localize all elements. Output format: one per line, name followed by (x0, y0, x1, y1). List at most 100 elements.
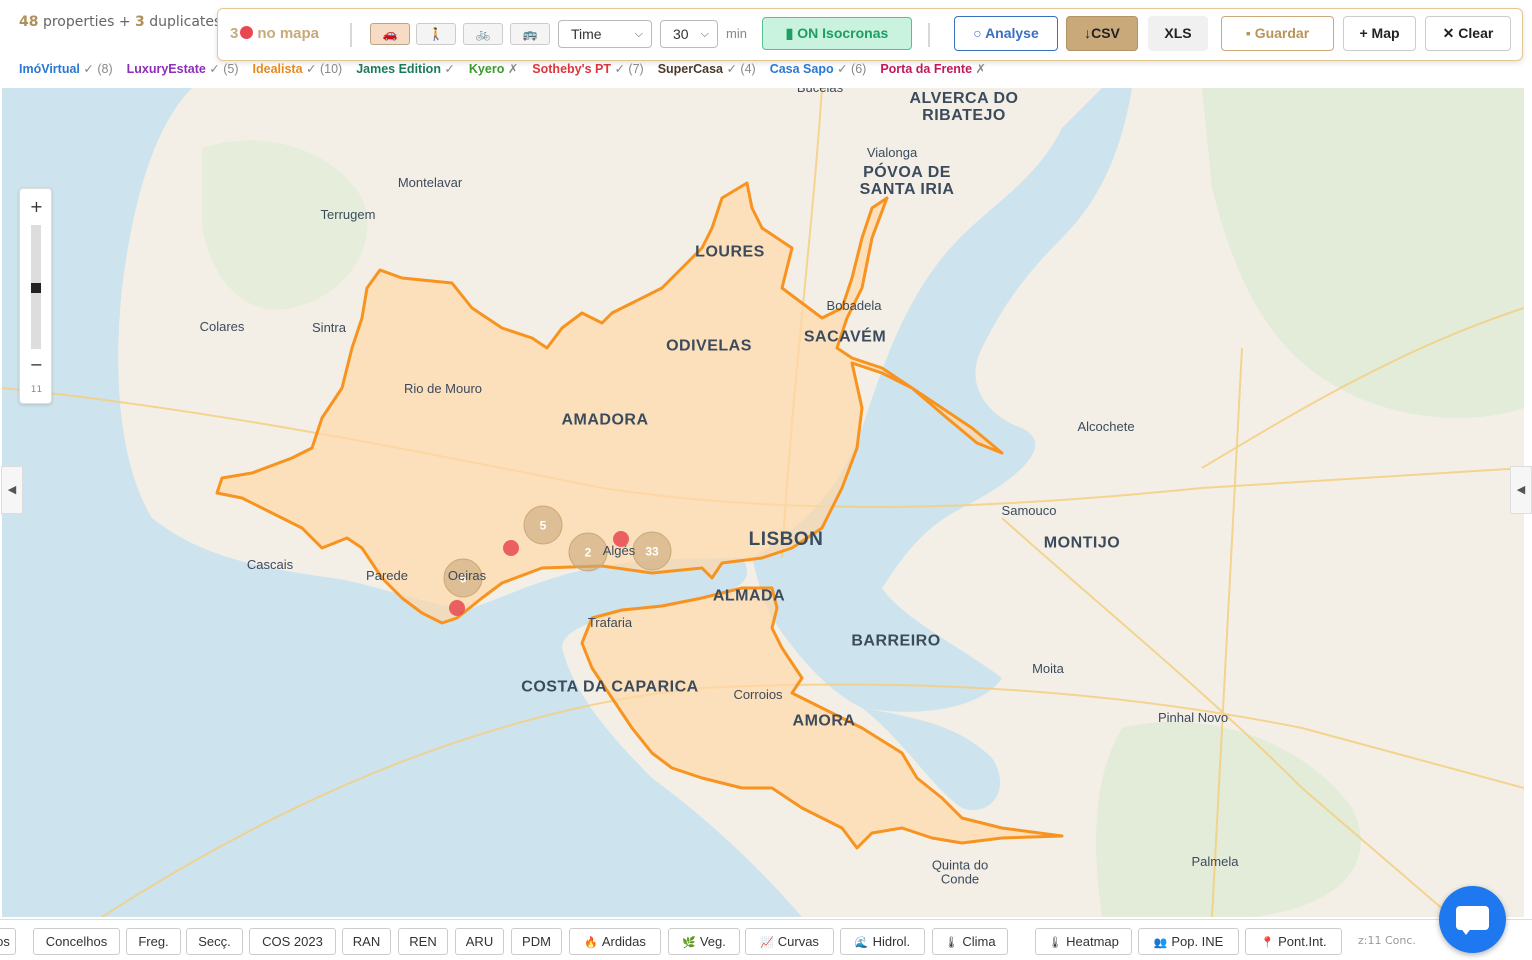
layer-icon: 📍 (1260, 937, 1275, 949)
layer-button[interactable]: 🌊 Hidrol. (840, 928, 925, 955)
cluster-count: 2 (585, 546, 592, 560)
zoom-out-button[interactable]: − (20, 355, 53, 374)
layer-button[interactable]: Concelhos (33, 928, 120, 955)
layer-button[interactable]: 🌡 Heatmap (1035, 928, 1132, 955)
source-name: LuxuryEstate (126, 62, 206, 76)
place-label: Bucelas (797, 88, 843, 95)
layer-icon: 🌿 (682, 937, 696, 949)
layer-button[interactable]: ARU (455, 928, 504, 955)
layer-button[interactable]: 👥 Pop. INE (1138, 928, 1239, 955)
place-label: COSTA DA CAPARICA (521, 678, 699, 696)
layer-label: Hidrol. (872, 934, 911, 949)
right-panel-toggle[interactable]: ◀ (1510, 466, 1532, 514)
chat-button[interactable] (1439, 886, 1506, 953)
conc-label: z:11 Conc. (1358, 934, 1416, 947)
source-list: ImóVirtual ✓ (8) LuxuryEstate ✓ (5) Ideali… (19, 61, 1000, 76)
place-label: Oeiras (447, 568, 487, 584)
source-item[interactable]: SuperCasa ✓ (4) (658, 62, 756, 76)
property-count: 48 (19, 14, 39, 30)
place-label: ODIVELAS (666, 337, 752, 355)
source-status: ✓ (7) (610, 62, 644, 76)
place-label: Algés (602, 543, 636, 559)
layer-label: Freg. (138, 934, 169, 949)
left-panel-toggle[interactable]: ◀ (1, 466, 23, 514)
analyse-label: Analyse (985, 25, 1039, 41)
divider (928, 23, 930, 47)
layer-button[interactable]: COS 2023 (249, 928, 336, 955)
property-cluster[interactable]: 33 (632, 531, 672, 571)
layer-icon: 📈 (760, 937, 774, 949)
place-label: Alcochete (1077, 419, 1135, 435)
no-mapa-count: 3 (230, 25, 239, 42)
map[interactable]: 52336 BucelasALVERCA DORIBATEJOVialongaP… (2, 88, 1524, 917)
mode-bike-button[interactable]: 🚲 (463, 23, 503, 45)
property-marker[interactable] (503, 540, 519, 556)
layer-button[interactable]: Secç. (186, 928, 243, 955)
no-mapa-indicator[interactable]: 3 no mapa (230, 25, 319, 42)
clear-button[interactable]: ✕ Clear (1425, 16, 1511, 51)
source-item[interactable]: James Edition ✓ (356, 62, 455, 76)
source-item[interactable]: Porta da Frente ✗ (880, 62, 986, 76)
layer-button[interactable]: REN (398, 928, 448, 955)
source-item[interactable]: Casa Sapo ✓ (6) (770, 62, 867, 76)
layer-bar: os Concelhos Freg. Secç. COS 2023 RAN REN ARU PD… (0, 919, 1532, 960)
isocronas-toggle[interactable]: ▮ ON Isocronas (762, 17, 912, 50)
toolbar: 3 no mapa 🚗 🚶 🚲 🚌 Time ⌵ 30 ⌵ min ▮ ON Isoc… (217, 8, 1523, 61)
source-status: ✓ (8) (79, 62, 113, 76)
map-button[interactable]: + Map (1343, 16, 1416, 51)
layer-button[interactable]: os (0, 928, 16, 955)
property-cluster[interactable]: 2 (568, 532, 608, 572)
mode-transit-button[interactable]: 🚌 (510, 23, 550, 45)
xls-button[interactable]: XLS (1148, 16, 1208, 51)
source-name: Casa Sapo (769, 62, 834, 76)
layer-button[interactable]: RAN (342, 928, 391, 955)
analyse-button[interactable]: ○ Analyse (954, 16, 1058, 51)
zoom-slider-handle[interactable] (31, 283, 41, 293)
source-item[interactable]: Kyero ✗ (469, 62, 518, 76)
mode-car-button[interactable]: 🚗 (370, 23, 410, 45)
source-item[interactable]: ImóVirtual ✓ (8) (19, 62, 113, 76)
place-label: Colares (199, 319, 245, 335)
layer-button[interactable]: 🌡 Clima (932, 928, 1008, 955)
place-label: Quinta do Conde (931, 857, 989, 886)
layer-label: ARU (465, 934, 494, 949)
layer-button[interactable]: 🔥 Ardidas (569, 928, 661, 955)
source-item[interactable]: LuxuryEstate ✓ (5) (127, 62, 239, 76)
metric-select[interactable]: Time ⌵ (558, 20, 652, 48)
layer-label: PDM (522, 934, 551, 949)
layer-label: Concelhos (45, 934, 108, 949)
layer-label: Heatmap (1066, 934, 1119, 949)
zoom-in-button[interactable]: + (20, 197, 53, 216)
cluster-count: 5 (540, 519, 547, 533)
layer-label: os (0, 934, 10, 949)
source-item[interactable]: Sotheby's PT ✓ (7) (532, 62, 643, 76)
layer-icon: 🔥 (584, 937, 598, 949)
place-label: SACAVÉM (803, 328, 887, 346)
property-cluster[interactable]: 5 (523, 505, 563, 545)
source-status: ✓ (4) (723, 62, 756, 76)
minutes-select[interactable]: 30 ⌵ (660, 20, 718, 48)
layer-label: Veg. (699, 934, 726, 949)
place-label: PÓVOA DE SANTA IRIA (859, 164, 955, 198)
layer-button[interactable]: 📍 Pont.Int. (1245, 928, 1342, 955)
source-status: ✓ (10) (302, 62, 343, 76)
guardar-button[interactable]: ▪ Guardar (1221, 16, 1334, 51)
layer-button[interactable]: Freg. (126, 928, 181, 955)
red-dot-icon (240, 26, 254, 39)
bus-icon: 🚌 (522, 27, 538, 41)
layer-label: COS 2023 (262, 934, 323, 949)
cluster-count: 33 (645, 545, 659, 559)
layer-label: Ardidas (601, 934, 646, 949)
property-marker[interactable] (449, 600, 465, 616)
place-label: Bobadela (826, 298, 882, 314)
place-label: AMADORA (561, 411, 649, 429)
place-label: BARREIRO (851, 632, 941, 650)
source-item[interactable]: Idealista ✓ (10) (253, 62, 343, 76)
csv-button[interactable]: ↓CSV (1066, 16, 1138, 51)
chevron-down-icon: ⌵ (700, 28, 709, 40)
layer-button[interactable]: 📈 Curvas (745, 928, 834, 955)
mode-walk-button[interactable]: 🚶 (416, 23, 456, 45)
layer-button[interactable]: 🌿 Veg. (668, 928, 740, 955)
place-label: ALMADA (712, 587, 786, 605)
layer-button[interactable]: PDM (511, 928, 562, 955)
